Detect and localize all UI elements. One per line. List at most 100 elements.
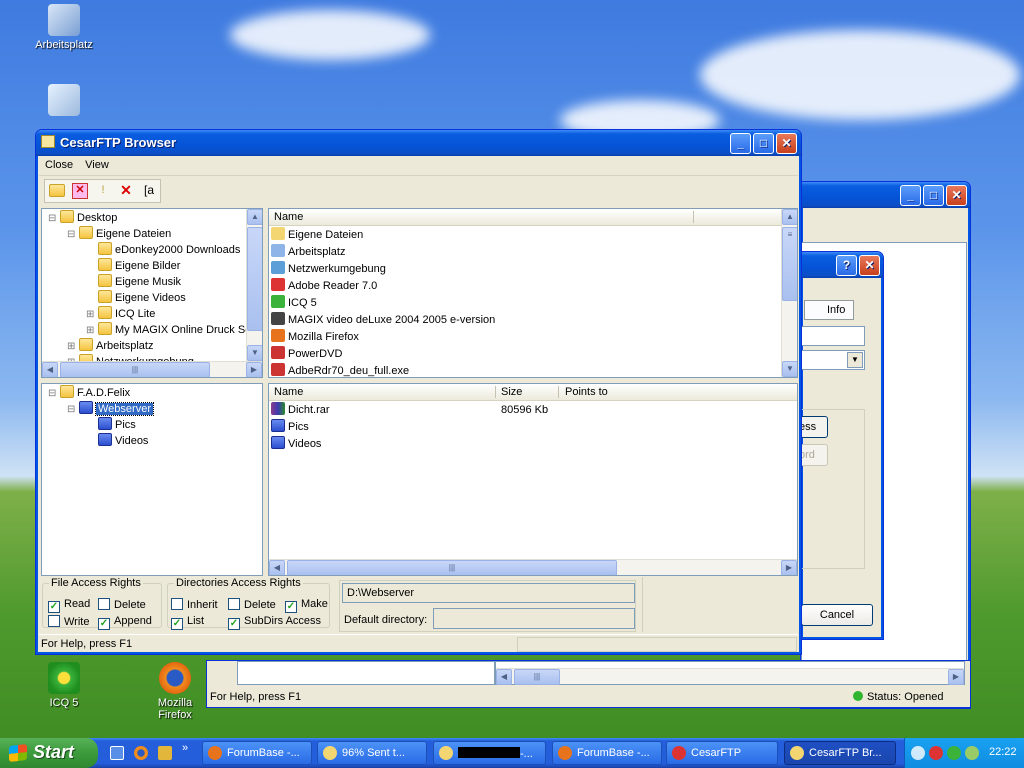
scroll-thumb[interactable]: ||| bbox=[287, 560, 617, 575]
tree-item[interactable]: ⊟ F.A.D.Felix bbox=[42, 385, 262, 401]
horizontal-scrollbar[interactable]: ◀ ||| ▶ bbox=[496, 668, 964, 685]
tree-item[interactable]: Videos bbox=[42, 433, 262, 449]
local-file-list[interactable]: Name Eigene Dateien Arbeitsplatz Netzwerku… bbox=[268, 208, 798, 378]
expand-icon[interactable]: ⊞ bbox=[86, 307, 98, 323]
taskbar-item[interactable]: ForumBase -... bbox=[202, 741, 312, 765]
close-button[interactable]: ✕ bbox=[776, 133, 797, 154]
scroll-down-button[interactable]: ▼ bbox=[247, 345, 262, 361]
delete-all-icon[interactable]: ✕ bbox=[118, 183, 134, 199]
tray-expand-icon[interactable] bbox=[911, 746, 925, 760]
column-name[interactable]: Name bbox=[274, 386, 303, 398]
append-checkbox[interactable]: ✓ Append bbox=[98, 615, 152, 630]
new-folder-icon[interactable] bbox=[49, 184, 65, 198]
chevron-down-icon[interactable]: ▼ bbox=[847, 352, 863, 368]
table-row[interactable]: Pics bbox=[271, 419, 797, 436]
scroll-thumb[interactable] bbox=[247, 227, 262, 331]
list-item[interactable]: Netzwerkumgebung bbox=[271, 261, 781, 278]
scroll-right-button[interactable]: ▶ bbox=[781, 560, 797, 575]
list-item[interactable]: MAGIX video deLuxe 2004 2005 e-version bbox=[271, 312, 781, 329]
tab-info[interactable]: Info bbox=[804, 300, 854, 320]
table-row[interactable]: Videos bbox=[271, 436, 797, 453]
tree-item[interactable]: Eigene Musik bbox=[42, 274, 246, 290]
list-item[interactable]: ICQ 5 bbox=[271, 295, 781, 312]
scroll-right-button[interactable]: ▶ bbox=[948, 669, 964, 685]
scroll-thumb[interactable]: ||| bbox=[514, 669, 560, 685]
server-folder-tree[interactable]: ⊟ F.A.D.Felix ⊟ Webserver Pics Videos bbox=[41, 383, 263, 576]
inherit-checkbox[interactable]: Inherit bbox=[171, 598, 218, 611]
taskbar-item[interactable]: CesarFTP bbox=[666, 741, 778, 765]
tree-item[interactable]: ⊞ My MAGIX Online Druck Se bbox=[42, 322, 251, 339]
scroll-left-button[interactable]: ◀ bbox=[269, 560, 285, 575]
vertical-scrollbar[interactable]: ▲ ≡ ▼ bbox=[781, 209, 797, 377]
dialog-close-button[interactable]: ✕ bbox=[859, 255, 880, 276]
make-checkbox[interactable]: ✓ Make bbox=[285, 598, 328, 613]
scroll-left-button[interactable]: ◀ bbox=[42, 362, 58, 377]
column-points-to[interactable]: Points to bbox=[565, 386, 608, 398]
scroll-up-button[interactable]: ▲ bbox=[782, 209, 797, 225]
scroll-thumb[interactable]: ||| bbox=[60, 362, 210, 377]
tree-item[interactable]: Eigene Videos bbox=[42, 290, 246, 306]
cesarftp-browser-window[interactable]: CesarFTP Browser _ □ ✕ Close View ✕ ! ✕ [… bbox=[35, 129, 802, 655]
taskbar-item[interactable]: ForumBase -... bbox=[552, 741, 662, 765]
dialog-text-field[interactable] bbox=[801, 326, 865, 346]
table-row[interactable]: Dicht.rar 80596 Kb bbox=[271, 402, 797, 419]
desktop-icon-firefox[interactable]: Mozilla Firefox bbox=[145, 662, 205, 721]
tray-icon[interactable] bbox=[965, 746, 979, 760]
delete-dir-checkbox[interactable]: Delete bbox=[228, 598, 276, 611]
horizontal-scrollbar[interactable]: ◀ ||| ▶ bbox=[269, 559, 797, 575]
properties-dialog[interactable]: ? ✕ Info ▼ ess ord Cancel bbox=[796, 251, 884, 640]
collapse-icon[interactable]: ⊟ bbox=[67, 227, 79, 243]
list-item[interactable]: Mozilla Firefox bbox=[271, 329, 781, 346]
rename-icon[interactable]: ! bbox=[95, 183, 111, 199]
tree-item[interactable]: ⊞ ICQ Lite bbox=[42, 306, 246, 322]
quicklaunch-icon[interactable] bbox=[158, 746, 172, 760]
scroll-up-button[interactable]: ▲ bbox=[247, 209, 262, 225]
write-checkbox[interactable]: Write bbox=[48, 615, 89, 628]
menu-view[interactable]: View bbox=[79, 156, 115, 174]
title-bar[interactable]: CesarFTP Browser _ □ ✕ bbox=[36, 130, 801, 156]
collapse-icon[interactable]: ⊟ bbox=[48, 211, 60, 227]
clock[interactable]: 22:22 bbox=[989, 746, 1017, 758]
taskbar-item[interactable]: -... bbox=[433, 741, 546, 765]
tree-item[interactable]: ⊟ Webserver bbox=[42, 401, 262, 417]
tree-item[interactable]: Pics bbox=[42, 417, 262, 433]
vertical-scrollbar[interactable]: ▲ ▼ bbox=[246, 209, 262, 361]
collapse-icon[interactable]: ⊟ bbox=[48, 386, 60, 402]
subdirs-access-checkbox[interactable]: ✓ SubDirs Access bbox=[228, 615, 321, 630]
cancel-button[interactable]: Cancel bbox=[801, 604, 873, 626]
close-button[interactable]: ✕ bbox=[946, 185, 967, 206]
list-checkbox[interactable]: ✓ List bbox=[171, 615, 204, 630]
list-item[interactable]: Eigene Dateien bbox=[271, 227, 781, 244]
firefox-quicklaunch-icon[interactable] bbox=[134, 746, 148, 760]
scroll-thumb[interactable]: ≡ bbox=[782, 227, 797, 301]
collapse-icon[interactable]: ⊟ bbox=[67, 402, 79, 418]
server-file-list[interactable]: Name Size Points to Dicht.rar 80596 Kb Pic… bbox=[268, 383, 798, 576]
desktop-icon-icq[interactable]: ICQ 5 bbox=[29, 662, 99, 709]
horizontal-scrollbar[interactable]: ◀ ||| ▶ bbox=[42, 361, 262, 377]
default-directory-field[interactable] bbox=[433, 608, 635, 629]
maximize-button[interactable]: □ bbox=[753, 133, 774, 154]
cesarftp-tray-icon[interactable] bbox=[929, 746, 943, 760]
dialog-select[interactable]: ▼ bbox=[801, 350, 865, 370]
taskbar-item[interactable]: CesarFTP Br... bbox=[784, 741, 896, 765]
maximize-button[interactable]: □ bbox=[923, 185, 944, 206]
show-desktop-icon[interactable] bbox=[110, 746, 124, 760]
local-folder-tree[interactable]: ⊟ Desktop ⊟ Eigene Dateien eDonkey2000 Downl… bbox=[41, 208, 263, 378]
tree-item[interactable]: ⊞ Arbeitsplatz bbox=[42, 338, 246, 354]
minimize-button[interactable]: _ bbox=[900, 185, 921, 206]
minimize-button[interactable]: _ bbox=[730, 133, 751, 154]
menu-close[interactable]: Close bbox=[39, 156, 79, 174]
list-item[interactable]: Adobe Reader 7.0 bbox=[271, 278, 781, 295]
icq-tray-icon[interactable] bbox=[947, 746, 961, 760]
list-item[interactable]: AdbeRdr70_deu_full.exe bbox=[271, 363, 781, 377]
list-item[interactable]: PowerDVD bbox=[271, 346, 781, 363]
desktop-icon-papierkorb[interactable] bbox=[29, 84, 99, 119]
read-checkbox[interactable]: ✓ Read bbox=[48, 598, 90, 613]
tree-item[interactable]: Eigene Bilder bbox=[42, 258, 246, 274]
expand-icon[interactable]: ⊞ bbox=[86, 323, 98, 339]
column-size[interactable]: Size bbox=[501, 386, 522, 398]
delete-file-checkbox[interactable]: Delete bbox=[98, 598, 146, 611]
title-bar[interactable]: _ □ ✕ bbox=[801, 182, 970, 208]
dialog-title-bar[interactable]: ? ✕ bbox=[801, 252, 883, 278]
desktop-icon-arbeitsplatz[interactable]: Arbeitsplatz bbox=[29, 4, 99, 51]
